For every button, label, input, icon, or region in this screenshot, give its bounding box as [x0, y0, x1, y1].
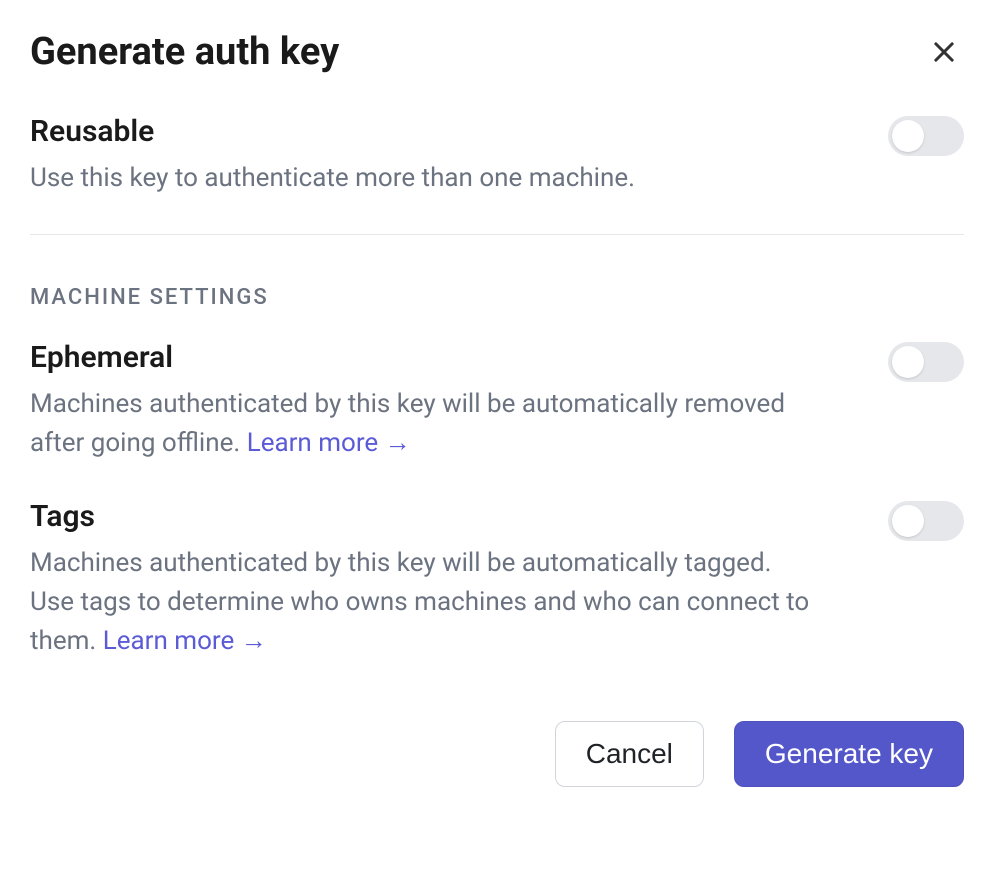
reusable-setting: Reusable Use this key to authenticate mo… [30, 114, 964, 198]
toggle-knob [892, 346, 924, 378]
ephemeral-title: Ephemeral [30, 340, 864, 375]
divider [30, 234, 964, 235]
reusable-description: Use this key to authenticate more than o… [30, 159, 820, 198]
toggle-knob [892, 120, 924, 152]
reusable-text: Reusable Use this key to authenticate mo… [30, 114, 864, 198]
tags-description: Machines authenticated by this key will … [30, 544, 820, 661]
toggle-knob [892, 505, 924, 537]
ephemeral-learn-more-link[interactable]: Learn more → [247, 428, 411, 458]
generate-auth-key-dialog: Generate auth key Reusable Use this key … [30, 30, 964, 787]
close-button[interactable] [924, 32, 964, 72]
close-icon [930, 38, 958, 66]
cancel-button[interactable]: Cancel [555, 721, 704, 787]
tags-title: Tags [30, 499, 864, 534]
tags-setting: Tags Machines authenticated by this key … [30, 499, 964, 661]
ephemeral-text: Ephemeral Machines authenticated by this… [30, 340, 864, 463]
ephemeral-toggle[interactable] [888, 342, 964, 382]
ephemeral-setting: Ephemeral Machines authenticated by this… [30, 340, 964, 463]
ephemeral-description: Machines authenticated by this key will … [30, 385, 820, 463]
machine-settings-label: MACHINE SETTINGS [30, 285, 964, 310]
dialog-header: Generate auth key [30, 30, 964, 74]
generate-key-button[interactable]: Generate key [734, 721, 964, 787]
dialog-footer: Cancel Generate key [30, 721, 964, 787]
reusable-title: Reusable [30, 114, 864, 149]
tags-learn-more-link[interactable]: Learn more → [103, 626, 267, 656]
dialog-title: Generate auth key [30, 30, 339, 74]
reusable-toggle[interactable] [888, 116, 964, 156]
tags-text: Tags Machines authenticated by this key … [30, 499, 864, 661]
tags-toggle[interactable] [888, 501, 964, 541]
